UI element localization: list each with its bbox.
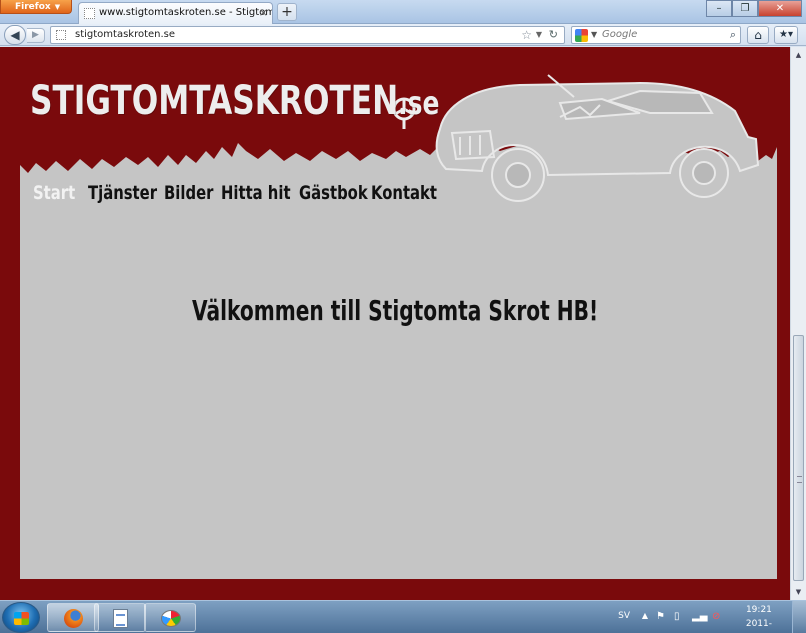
menu-item-kontakt[interactable]: Kontakt [371,182,437,204]
show-hidden-icons-icon[interactable]: ▲ [642,611,648,620]
show-desktop-button[interactable] [792,601,806,633]
clock-date: 2011-12-12 [745,619,772,629]
welcome-heading: Välkommen till Stigtomta Skrot HB! [191,294,599,327]
close-window-button[interactable]: ✕ [758,0,802,17]
battery-icon[interactable]: ▯ [674,611,684,622]
site-logo-tld: .se [398,84,440,122]
bookmarks-icon: ★▾ [779,29,793,40]
scrollbar-thumb[interactable] [793,335,804,581]
welcome-heading-wrap: Välkommen till Stigtomta Skrot HB! [0,294,790,327]
clock-time: 19:21 [745,605,772,615]
language-indicator[interactable]: SV [618,611,630,621]
taskbar-document-button[interactable] [94,603,146,632]
vertical-scrollbar[interactable]: ▲ ▼ [790,47,806,600]
web-page-viewport: STIGTOMTASKROTEN.se Start Tjänster Bilde… [0,47,790,600]
taskbar-firefox-button[interactable] [47,603,99,632]
firefox-icon [64,609,83,628]
firefox-menu-button[interactable]: Firefox ▼ [0,0,72,14]
grip-icon [797,476,802,483]
main-menu: Start Tjänster Bilder Hitta hit Gästbok … [33,182,451,204]
document-icon [113,609,128,628]
google-engine-icon[interactable] [575,29,588,42]
new-tab-button[interactable]: + [277,3,297,21]
menu-item-hitta-hit[interactable]: Hitta hit [221,182,291,204]
menu-item-start[interactable]: Start [33,182,76,204]
system-clock[interactable]: 19:21 2011-12-12 [746,603,772,633]
menu-item-bilder[interactable]: Bilder [164,182,213,204]
forward-button[interactable]: ▶ [27,28,45,43]
maximize-button[interactable]: ❐ [732,0,758,17]
search-placeholder: Google [602,29,638,40]
tab-title: www.stigtomtaskroten.se - Stigtomta Sk..… [99,7,272,18]
minimize-button[interactable]: – [706,0,732,17]
bookmark-star-icon[interactable]: ☆ [521,27,532,43]
search-bar[interactable]: ▼ Google ⌕ [571,26,741,44]
address-bar-url: stigtomtaskroten.se [75,29,176,40]
address-bar[interactable]: stigtomtaskroten.se ☆ ▼ ↻ [50,26,565,44]
history-dropdown-icon[interactable]: ▼ [536,27,542,43]
windows-start-icon [14,612,29,625]
browser-tab-active[interactable]: www.stigtomtaskroten.se - Stigtomta Sk..… [78,2,273,24]
site-identity-icon[interactable] [56,30,66,40]
taskbar-paint-button[interactable] [144,603,196,632]
menu-item-tjanster[interactable]: Tjänster [88,182,157,204]
bookmarks-menu-button[interactable]: ★▾ [774,26,798,44]
window-controls: – ❐ ✕ [706,0,802,17]
browser-titlebar: Firefox ▼ www.stigtomtaskroten.se - Stigt… [0,0,806,24]
paint-palette-icon [161,610,181,627]
reload-icon[interactable]: ↻ [549,27,558,43]
firefox-menu-label: Firefox [15,2,51,12]
page-favicon-icon [84,8,95,19]
close-tab-icon[interactable]: × [259,6,268,19]
volume-muted-icon[interactable]: ⊘ [712,611,722,622]
arrow-left-icon: ◀ [10,28,20,42]
engine-dropdown-icon[interactable]: ▼ [591,27,597,43]
back-button[interactable]: ◀ [4,25,26,45]
network-signal-icon[interactable]: ▂▄ [692,611,707,622]
home-icon: ⌂ [754,28,762,42]
start-button[interactable] [2,602,40,633]
arrow-right-icon: ▶ [32,30,39,40]
site-logo[interactable]: STIGTOMTASKROTEN.se [30,77,439,127]
site-logo-name: STIGTOMTASKROTEN [30,78,399,124]
scroll-up-icon[interactable]: ▲ [791,47,806,63]
scroll-down-icon[interactable]: ▼ [791,584,806,600]
menu-item-gastbok[interactable]: Gästbok [299,182,368,204]
search-icon[interactable]: ⌕ [730,27,736,43]
chevron-down-icon: ▼ [54,3,61,11]
windows-taskbar: SV ▲ ⚑ ▯ ▂▄ ⊘ 19:21 2011-12-12 [0,600,806,633]
browser-navbar: ◀ ▶ stigtomtaskroten.se ☆ ▼ ↻ ▼ Google ⌕… [0,24,806,46]
action-center-flag-icon[interactable]: ⚑ [656,611,666,622]
home-button[interactable]: ⌂ [747,26,769,44]
